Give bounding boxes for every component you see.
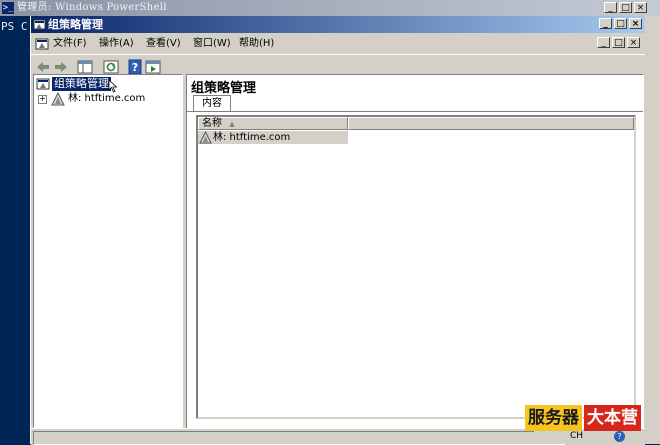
- powershell-titlebar: >_ 管理员: Windows PowerShell _ □ ×: [0, 0, 660, 16]
- refresh-icon[interactable]: [103, 59, 119, 75]
- mdi-close-button[interactable]: ×: [627, 37, 640, 48]
- gpmc-app-icon: [33, 19, 46, 30]
- list-item[interactable]: 林: htftime.com: [198, 131, 348, 144]
- watermark-part-1: 服务器: [525, 405, 582, 431]
- mdi-minimize-button[interactable]: _: [597, 37, 610, 48]
- mdi-controls: _ □ ×: [597, 37, 640, 48]
- tree-root-label[interactable]: 组策略管理: [52, 77, 111, 91]
- powershell-prompt: PS C: [1, 20, 28, 33]
- column-header-empty[interactable]: [348, 117, 634, 130]
- powershell-window-controls: _ □ ×: [604, 2, 647, 13]
- powershell-window-title: 管理员: Windows PowerShell: [17, 2, 167, 13]
- close-button[interactable]: ×: [629, 18, 642, 29]
- gpmc-titlebar[interactable]: 组策略管理 _ □ ×: [31, 16, 645, 33]
- taskbar-tray: CH ?: [534, 430, 660, 444]
- console-menu-icon[interactable]: [35, 37, 49, 51]
- menu-file[interactable]: 文件(F): [51, 37, 89, 51]
- window-controls: _ □ ×: [599, 18, 642, 29]
- mouse-cursor-icon: [108, 79, 118, 93]
- status-cell: [33, 431, 565, 445]
- help-tray-icon[interactable]: ?: [614, 431, 625, 442]
- powershell-close-button[interactable]: ×: [634, 2, 647, 13]
- details-heading: 组策略管理: [191, 81, 257, 96]
- menu-window[interactable]: 窗口(W): [191, 37, 233, 51]
- expand-icon[interactable]: +: [38, 95, 47, 104]
- powershell-maximize-button[interactable]: □: [619, 2, 632, 13]
- list-item-name: 林: htftime.com: [213, 132, 291, 143]
- minimize-button[interactable]: _: [599, 18, 612, 29]
- menu-action[interactable]: 操作(A): [97, 37, 136, 51]
- tree-forest-label[interactable]: 林: htftime.com: [68, 92, 145, 106]
- show-hide-tree-icon[interactable]: [77, 59, 93, 75]
- powershell-console[interactable]: PS C: [0, 16, 30, 444]
- forest-icon: [199, 131, 212, 144]
- gpmc-root-icon: [36, 78, 50, 90]
- language-indicator[interactable]: CH: [570, 431, 583, 441]
- menu-view[interactable]: 查看(V): [144, 37, 183, 51]
- back-icon[interactable]: [35, 59, 51, 75]
- forward-icon[interactable]: [53, 59, 69, 75]
- tab-contents[interactable]: 内容: [193, 95, 231, 112]
- tab-strip-line: [187, 111, 643, 112]
- watermark-part-2: 大本营: [584, 405, 641, 431]
- sort-ascending-icon: ▲: [229, 120, 235, 128]
- column-header-name-label: 名称: [202, 118, 222, 129]
- powershell-minimize-button[interactable]: _: [604, 2, 617, 13]
- details-pane: 组策略管理 内容 名称 ▲ 林: htftime.com: [186, 74, 644, 430]
- contents-list[interactable]: 名称 ▲ 林: htftime.com: [196, 115, 636, 419]
- mdi-restore-button[interactable]: □: [612, 37, 625, 48]
- svg-text:?: ?: [132, 61, 138, 74]
- watermark: 服务器 大本营: [525, 405, 641, 431]
- menubar: 文件(F) 操作(A) 查看(V) 窗口(W) 帮助(H) _ □ ×: [31, 34, 645, 54]
- column-header-name[interactable]: 名称 ▲: [198, 117, 348, 130]
- properties-icon[interactable]: [145, 59, 161, 75]
- tree-item-forest[interactable]: + 林: htftime.com: [38, 92, 178, 106]
- window-title: 组策略管理: [48, 18, 103, 31]
- help-icon[interactable]: ?: [127, 59, 143, 75]
- maximize-button[interactable]: □: [614, 18, 627, 29]
- gpmc-window: 组策略管理 _ □ × 文件(F) 操作(A) 查看(V) 窗口(W) 帮助(H…: [30, 16, 645, 445]
- powershell-scrollbar[interactable]: [644, 16, 660, 444]
- forest-icon: [51, 92, 65, 106]
- menu-help[interactable]: 帮助(H): [237, 37, 276, 51]
- list-header: 名称 ▲: [198, 117, 634, 130]
- powershell-icon: >_: [2, 2, 14, 14]
- console-tree[interactable]: 组策略管理 + 林: htftime.com: [33, 74, 183, 428]
